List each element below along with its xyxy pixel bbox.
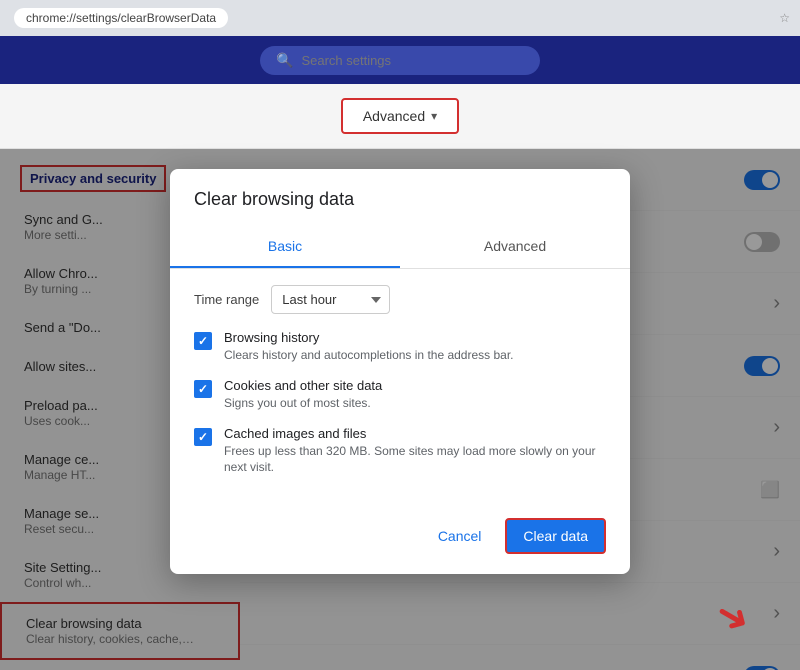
clear-data-button[interactable]: Clear data bbox=[505, 518, 606, 554]
checkbox-cookies-desc: Signs you out of most sites. bbox=[224, 395, 382, 412]
search-icon: 🔍 bbox=[276, 52, 293, 69]
search-input[interactable] bbox=[301, 53, 524, 68]
checkbox-cookies[interactable] bbox=[194, 380, 212, 398]
checkbox-cache-desc: Frees up less than 320 MB. Some sites ma… bbox=[224, 443, 606, 477]
search-box[interactable]: 🔍 bbox=[260, 46, 540, 75]
advanced-button[interactable]: Advanced ▾ bbox=[341, 98, 459, 134]
modal-overlay: Clear browsing data Basic Advanced Time … bbox=[0, 149, 800, 670]
clear-browsing-data-modal: Clear browsing data Basic Advanced Time … bbox=[170, 169, 630, 574]
modal-tabs: Basic Advanced bbox=[170, 226, 630, 269]
checkbox-history-text: Browsing history Clears history and auto… bbox=[224, 330, 514, 364]
checkbox-cache[interactable] bbox=[194, 428, 212, 446]
checkbox-cache-title: Cached images and files bbox=[224, 426, 606, 441]
time-range-select[interactable]: Last hour Last 24 hours Last 7 days Last… bbox=[271, 285, 390, 314]
checkbox-history[interactable] bbox=[194, 332, 212, 350]
time-range-row: Time range Last hour Last 24 hours Last … bbox=[194, 285, 606, 314]
tab-advanced[interactable]: Advanced bbox=[400, 226, 630, 268]
time-range-label: Time range bbox=[194, 292, 259, 307]
checkbox-item-cache: Cached images and files Frees up less th… bbox=[194, 426, 606, 477]
settings-bar: 🔍 bbox=[0, 36, 800, 84]
checkbox-history-icon[interactable] bbox=[194, 332, 212, 350]
advanced-area: Advanced ▾ bbox=[0, 84, 800, 149]
cancel-button[interactable]: Cancel bbox=[422, 518, 498, 554]
modal-footer: Cancel Clear data bbox=[170, 506, 630, 574]
modal-body: Time range Last hour Last 24 hours Last … bbox=[170, 269, 630, 506]
checkbox-history-desc: Clears history and autocompletions in th… bbox=[224, 347, 514, 364]
chrome-bar: chrome://settings/clearBrowserData ☆ bbox=[0, 0, 800, 36]
chevron-down-icon: ▾ bbox=[431, 109, 437, 123]
checkbox-cookies-icon[interactable] bbox=[194, 380, 212, 398]
checkbox-cache-text: Cached images and files Frees up less th… bbox=[224, 426, 606, 477]
star-icon[interactable]: ☆ bbox=[779, 11, 790, 25]
checkbox-cookies-title: Cookies and other site data bbox=[224, 378, 382, 393]
url-bar[interactable]: chrome://settings/clearBrowserData bbox=[14, 8, 228, 28]
advanced-label: Advanced bbox=[363, 108, 425, 124]
modal-title: Clear browsing data bbox=[170, 169, 630, 210]
checkbox-item-cookies: Cookies and other site data Signs you ou… bbox=[194, 378, 606, 412]
checkbox-cache-icon[interactable] bbox=[194, 428, 212, 446]
page-content: Privacy and security Sync and G... More … bbox=[0, 149, 800, 670]
tab-basic[interactable]: Basic bbox=[170, 226, 400, 268]
checkbox-history-title: Browsing history bbox=[224, 330, 514, 345]
checkbox-item-history: Browsing history Clears history and auto… bbox=[194, 330, 606, 364]
checkbox-cookies-text: Cookies and other site data Signs you ou… bbox=[224, 378, 382, 412]
